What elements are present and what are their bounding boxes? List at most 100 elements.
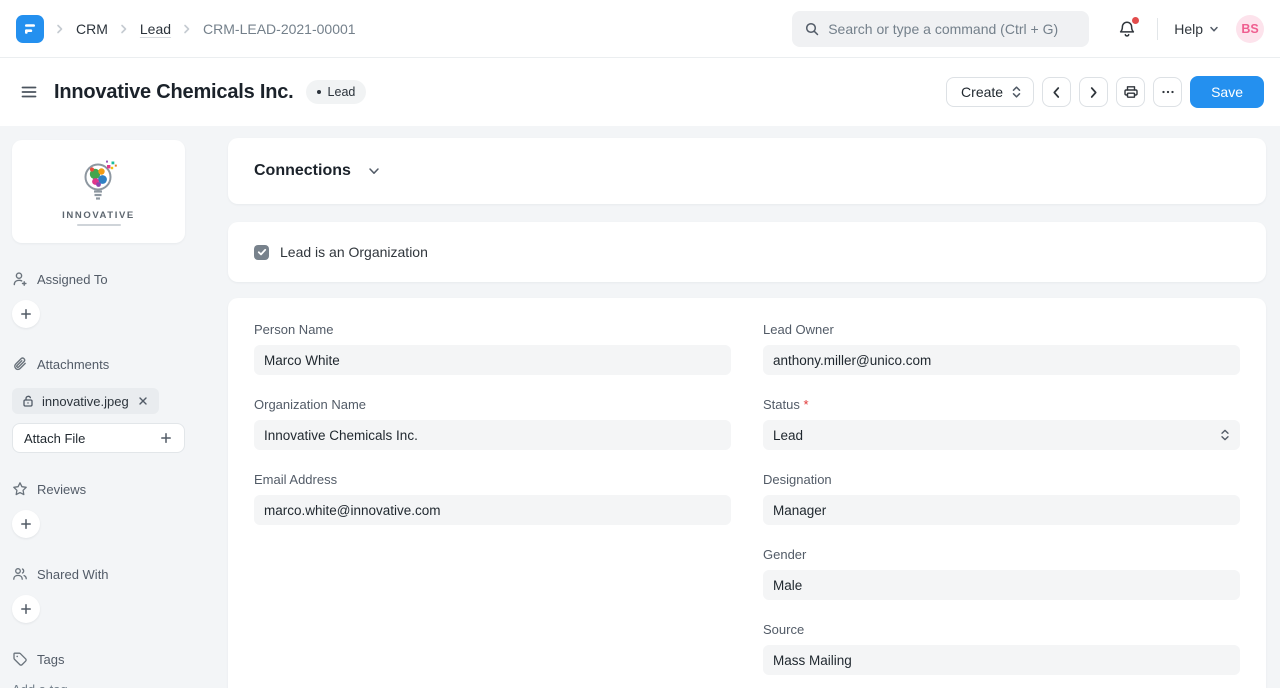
attachments-label: Attachments	[37, 357, 109, 372]
breadcrumb-doctype[interactable]: Lead	[140, 21, 171, 37]
source-field: Source	[763, 622, 1240, 675]
print-button[interactable]	[1116, 77, 1145, 107]
logo-tagline-decoration	[77, 224, 121, 226]
document-sidebar: INNOVATIVE Assigned To Attachments innov…	[0, 126, 220, 688]
star-icon	[12, 481, 28, 497]
avatar-initials: BS	[1241, 22, 1258, 36]
chevron-right-icon	[1086, 85, 1101, 100]
shared-with-heading: Shared With	[12, 566, 220, 582]
remove-attachment-icon[interactable]	[136, 394, 150, 408]
reviews-label: Reviews	[37, 482, 86, 497]
frappe-logo-icon	[22, 21, 38, 37]
top-navbar: CRM Lead CRM-LEAD-2021-00001 Help B	[0, 0, 1280, 58]
source-input[interactable]	[763, 645, 1240, 675]
designation-field: Designation	[763, 472, 1240, 525]
email-address-label: Email Address	[254, 472, 731, 487]
tags-label: Tags	[37, 652, 64, 667]
required-asterisk: *	[803, 397, 808, 412]
breadcrumb-docname: CRM-LEAD-2021-00001	[203, 21, 356, 37]
attach-file-button[interactable]: Attach File	[12, 423, 185, 453]
lead-owner-input[interactable]	[763, 345, 1240, 375]
status-dot-icon	[317, 90, 321, 94]
page-title: Innovative Chemicals Inc.	[54, 81, 294, 104]
email-address-field: Email Address	[254, 472, 731, 525]
check-icon	[257, 247, 267, 257]
topbar-divider	[1157, 18, 1158, 40]
app-logo[interactable]	[16, 15, 44, 43]
form-column-right: Lead Owner Status * Designation	[763, 322, 1240, 688]
search-input[interactable]	[828, 21, 1077, 37]
tags-heading: Tags	[12, 651, 220, 667]
topbar-right-cluster: Help BS	[792, 11, 1264, 47]
users-icon	[12, 566, 28, 582]
plus-icon	[19, 602, 33, 616]
gender-input[interactable]	[763, 570, 1240, 600]
create-button[interactable]: Create	[946, 77, 1034, 107]
plus-icon	[19, 307, 33, 321]
help-menu[interactable]: Help	[1174, 21, 1220, 37]
more-options-button[interactable]	[1153, 77, 1182, 107]
lead-image[interactable]: INNOVATIVE	[12, 140, 185, 243]
gender-field: Gender	[763, 547, 1240, 600]
attachment-file-name: innovative.jpeg	[42, 394, 129, 409]
chevron-right-icon	[53, 22, 67, 36]
organization-flag-row: Lead is an Organization	[228, 222, 1266, 282]
status-field: Status *	[763, 397, 1240, 450]
gender-label: Gender	[763, 547, 1240, 562]
reviews-heading: Reviews	[12, 481, 220, 497]
email-address-input[interactable]	[254, 495, 731, 525]
breadcrumb-app[interactable]: CRM	[76, 21, 108, 37]
add-share-button[interactable]	[12, 595, 40, 623]
person-name-label: Person Name	[254, 322, 731, 337]
lead-owner-label: Lead Owner	[763, 322, 1240, 337]
designation-label: Designation	[763, 472, 1240, 487]
sidebar-toggle-button[interactable]	[16, 79, 42, 105]
paperclip-icon	[12, 356, 28, 372]
plus-icon	[19, 517, 33, 531]
organization-name-label: Organization Name	[254, 397, 731, 412]
lead-is-organization-checkbox[interactable]	[254, 245, 269, 260]
shared-with-label: Shared With	[37, 567, 109, 582]
attachment-chip[interactable]: innovative.jpeg	[12, 388, 159, 414]
status-badge-label: Lead	[328, 85, 356, 99]
save-button[interactable]: Save	[1190, 76, 1264, 108]
lead-details-form: Person Name Organization Name Email Addr…	[228, 298, 1266, 688]
connections-section-toggle[interactable]: Connections	[228, 138, 1266, 204]
previous-record-button[interactable]	[1042, 77, 1071, 107]
organization-name-field: Organization Name	[254, 397, 731, 450]
add-review-button[interactable]	[12, 510, 40, 538]
add-tag-input[interactable]: Add a tag ...	[12, 682, 220, 688]
form-column-left: Person Name Organization Name Email Addr…	[254, 322, 731, 688]
attach-file-label: Attach File	[24, 431, 85, 446]
plus-icon	[159, 431, 173, 445]
search-icon	[804, 21, 820, 37]
lightbulb-logo-icon	[67, 158, 131, 208]
notifications-button[interactable]	[1115, 17, 1139, 41]
source-label: Source	[763, 622, 1240, 637]
attachments-heading: Attachments	[12, 356, 220, 372]
main-panel: Connections Lead is an Organization Pers…	[220, 126, 1280, 688]
global-search[interactable]	[792, 11, 1089, 47]
organization-name-input[interactable]	[254, 420, 731, 450]
lead-is-organization-label: Lead is an Organization	[280, 244, 428, 260]
status-select[interactable]	[763, 420, 1240, 450]
person-name-input[interactable]	[254, 345, 731, 375]
connections-title: Connections	[254, 162, 351, 180]
status-badge: Lead	[306, 80, 367, 104]
user-avatar[interactable]: BS	[1236, 15, 1264, 43]
next-record-button[interactable]	[1079, 77, 1108, 107]
ellipsis-icon	[1160, 84, 1176, 100]
chevron-left-icon	[1049, 85, 1064, 100]
tag-icon	[12, 651, 28, 667]
lead-owner-field: Lead Owner	[763, 322, 1240, 375]
status-label: Status *	[763, 397, 1240, 412]
printer-icon	[1123, 84, 1139, 100]
assigned-to-label: Assigned To	[37, 272, 108, 287]
add-assignment-button[interactable]	[12, 300, 40, 328]
unlock-icon	[21, 394, 35, 408]
page-header: Innovative Chemicals Inc. Lead Create	[0, 58, 1280, 126]
designation-input[interactable]	[763, 495, 1240, 525]
chevron-right-icon	[180, 22, 194, 36]
chevron-right-icon	[117, 22, 131, 36]
help-label: Help	[1174, 21, 1203, 37]
